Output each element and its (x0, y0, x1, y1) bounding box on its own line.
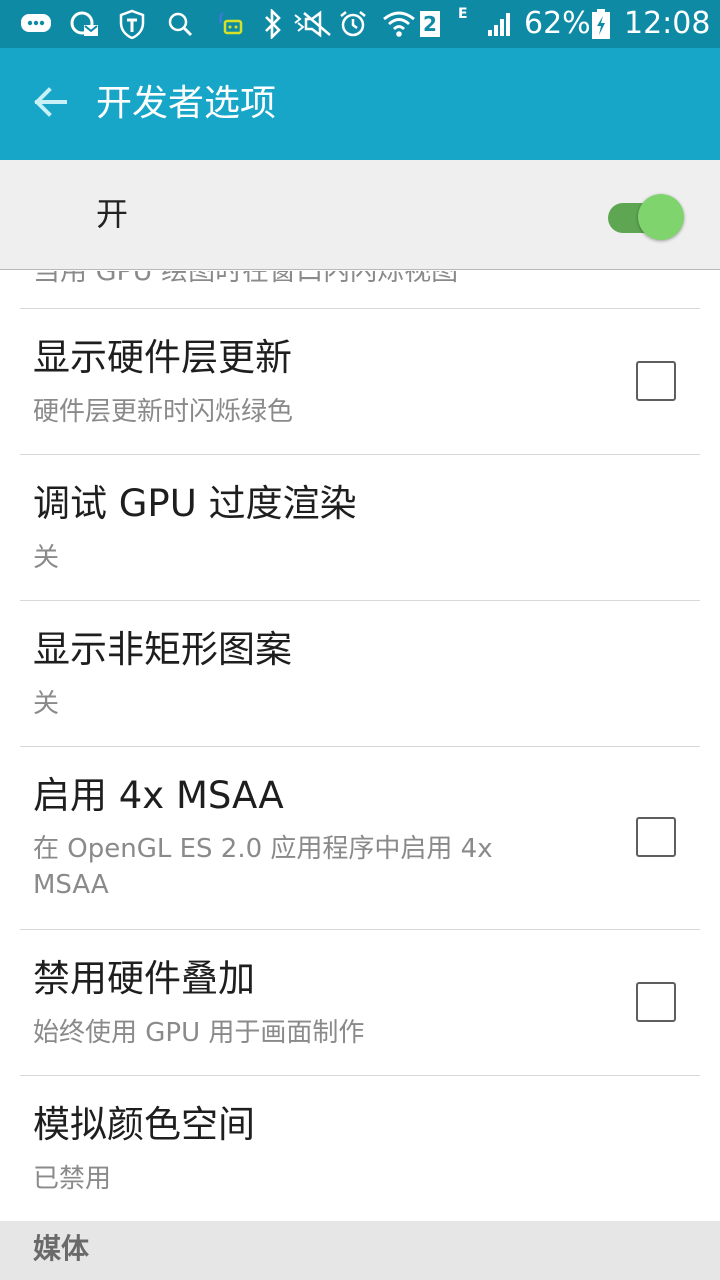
list-item-title: 调试 GPU 过度渲染 (33, 482, 357, 525)
master-toggle-switch[interactable] (606, 192, 686, 242)
checkbox[interactable] (636, 361, 676, 401)
sim-2-badge: 2 (420, 11, 440, 37)
list-item-show-hw-layer-updates[interactable]: 显示硬件层更新 硬件层更新时闪烁绿色 (0, 309, 720, 454)
signal-icon (486, 8, 512, 40)
list-item-title: 显示非矩形图案 (33, 628, 292, 671)
page-title: 开发者选项 (96, 83, 277, 124)
list-item-title: 禁用硬件叠加 (33, 957, 255, 1000)
category-label: 媒体 (33, 1232, 90, 1265)
shield-icon (118, 8, 146, 40)
wifi-icon (382, 8, 416, 40)
chat-bubble-icon (20, 8, 52, 40)
list-item-summary: 已禁用 (33, 1164, 112, 1194)
list-item-enable-4x-msaa[interactable]: 启用 4x MSAA 在 OpenGL ES 2.0 应用程序中启用 4x MS… (0, 747, 720, 929)
checkbox[interactable] (636, 817, 676, 857)
list-item-simulate-color-space[interactable]: 模拟颜色空间 已禁用 (0, 1076, 720, 1221)
list-item-title: 模拟颜色空间 (33, 1103, 255, 1146)
action-bar: 开发者选项 (0, 48, 720, 160)
checkbox[interactable] (636, 982, 676, 1022)
category-header-media: 媒体 (0, 1221, 720, 1280)
alarm-icon (338, 8, 368, 40)
list-item-summary: 关 (33, 543, 60, 573)
clock: 12:08 (624, 6, 711, 41)
vpn-key-icon (68, 8, 100, 40)
list-item-summary: 当用 GPU 绘图时在窗口内闪烁视图 (33, 271, 459, 287)
list-item-disable-hw-overlays[interactable]: 禁用硬件叠加 始终使用 GPU 用于画面制作 (0, 930, 720, 1075)
bluetooth-icon (260, 8, 286, 40)
list-item-summary: 关 (33, 689, 60, 719)
list-item-summary: 硬件层更新时闪烁绿色 (33, 397, 294, 427)
mute-icon (292, 8, 334, 40)
list-item-debug-gpu-overdraw[interactable]: 调试 GPU 过度渲染 关 (0, 455, 720, 600)
list-item-title: 显示硬件层更新 (33, 336, 292, 379)
list-item-summary: 始终使用 GPU 用于画面制作 (33, 1018, 365, 1048)
list-item-show-non-rect-clip[interactable]: 显示非矩形图案 关 (0, 601, 720, 746)
battery-percent: 62% (524, 6, 591, 41)
toggle-thumb (638, 194, 684, 240)
list-item-title: 启用 4x MSAA (33, 774, 284, 817)
back-button[interactable] (18, 72, 82, 136)
battery-charging-icon (590, 8, 612, 40)
master-switch-bar[interactable]: 开 (0, 160, 720, 270)
list-item-partial[interactable]: 当用 GPU 绘图时在窗口内闪烁视图 (0, 271, 720, 308)
settings-list[interactable]: 当用 GPU 绘图时在窗口内闪烁视图 显示硬件层更新 硬件层更新时闪烁绿色 调试… (0, 271, 720, 1221)
master-switch-label: 开 (96, 195, 129, 233)
network-type-label: E (458, 6, 468, 22)
list-item-summary: 在 OpenGL ES 2.0 应用程序中启用 4x MSAA (33, 834, 493, 900)
message-icon (216, 8, 246, 40)
status-bar: 2 E 62% 12:08 (0, 0, 720, 48)
search-icon (166, 8, 194, 40)
arrow-back-icon (33, 87, 67, 121)
